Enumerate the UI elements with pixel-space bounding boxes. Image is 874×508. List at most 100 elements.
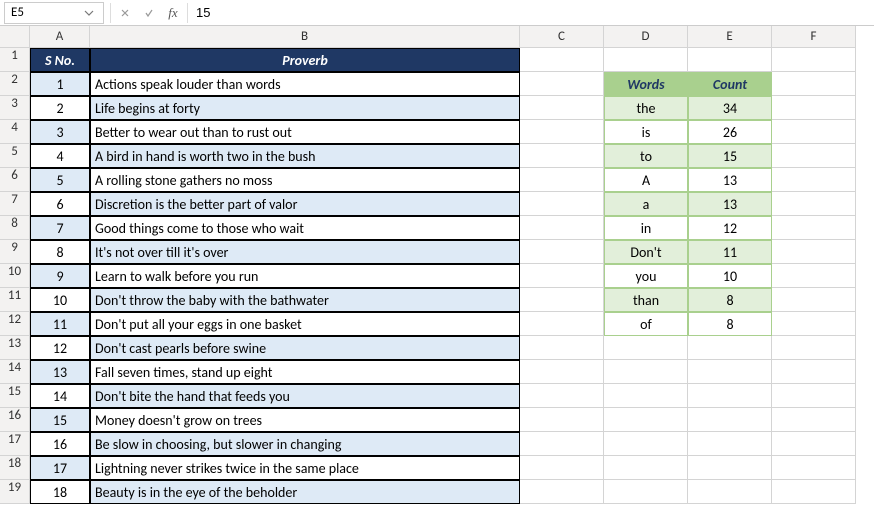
cell-F16[interactable] <box>772 408 856 432</box>
cell-A7[interactable]: 6 <box>30 192 90 216</box>
fx-icon[interactable]: fx <box>161 2 185 24</box>
cell-F11[interactable] <box>772 288 856 312</box>
row-header-6[interactable]: 6 <box>0 168 30 192</box>
cell-D14[interactable] <box>604 360 688 384</box>
cell-E17[interactable] <box>688 432 772 456</box>
cell-A10[interactable]: 9 <box>30 264 90 288</box>
column-header-E[interactable]: E <box>688 26 772 48</box>
name-box[interactable]: E5 <box>4 2 104 24</box>
cell-C17[interactable] <box>520 432 604 456</box>
cell-A16[interactable]: 15 <box>30 408 90 432</box>
cell-F5[interactable] <box>772 144 856 168</box>
cell-B16[interactable]: Money doesn't grow on trees <box>90 408 520 432</box>
cell-F18[interactable] <box>772 456 856 480</box>
cell-C19[interactable] <box>520 480 604 504</box>
cell-F3[interactable] <box>772 96 856 120</box>
row-header-9[interactable]: 9 <box>0 240 30 264</box>
row-header-18[interactable]: 18 <box>0 456 30 480</box>
row-header-1[interactable]: 1 <box>0 48 30 72</box>
cell-D1[interactable] <box>604 48 688 72</box>
cell-B2[interactable]: Actions speak louder than words <box>90 72 520 96</box>
cell-D13[interactable] <box>604 336 688 360</box>
cell-A13[interactable]: 12 <box>30 336 90 360</box>
cell-A5[interactable]: 4 <box>30 144 90 168</box>
row-header-4[interactable]: 4 <box>0 120 30 144</box>
cell-E9[interactable]: 11 <box>688 240 772 264</box>
row-header-19[interactable]: 19 <box>0 480 30 504</box>
cell-A6[interactable]: 5 <box>30 168 90 192</box>
cell-B12[interactable]: Don't put all your eggs in one basket <box>90 312 520 336</box>
row-header-2[interactable]: 2 <box>0 72 30 96</box>
cell-C9[interactable] <box>520 240 604 264</box>
row-header-5[interactable]: 5 <box>0 144 30 168</box>
cell-E14[interactable] <box>688 360 772 384</box>
cell-E18[interactable] <box>688 456 772 480</box>
cell-C2[interactable] <box>520 72 604 96</box>
cell-E8[interactable]: 12 <box>688 216 772 240</box>
cell-B19[interactable]: Beauty is in the eye of the beholder <box>90 480 520 504</box>
select-all-corner[interactable] <box>0 26 30 48</box>
cell-B13[interactable]: Don't cast pearls before swine <box>90 336 520 360</box>
cell-C6[interactable] <box>520 168 604 192</box>
cell-A19[interactable]: 18 <box>30 480 90 504</box>
cancel-icon[interactable] <box>113 2 137 24</box>
row-header-17[interactable]: 17 <box>0 432 30 456</box>
cell-B3[interactable]: Life begins at forty <box>90 96 520 120</box>
cell-E3[interactable]: 34 <box>688 96 772 120</box>
cell-F4[interactable] <box>772 120 856 144</box>
cell-E16[interactable] <box>688 408 772 432</box>
cell-A9[interactable]: 8 <box>30 240 90 264</box>
cell-D9[interactable]: Don't <box>604 240 688 264</box>
enter-icon[interactable] <box>137 2 161 24</box>
cell-B14[interactable]: Fall seven times, stand up eight <box>90 360 520 384</box>
cell-C10[interactable] <box>520 264 604 288</box>
cell-C18[interactable] <box>520 456 604 480</box>
row-header-7[interactable]: 7 <box>0 192 30 216</box>
row-header-13[interactable]: 13 <box>0 336 30 360</box>
cell-A3[interactable]: 2 <box>30 96 90 120</box>
row-header-10[interactable]: 10 <box>0 264 30 288</box>
cell-A18[interactable]: 17 <box>30 456 90 480</box>
cell-E1[interactable] <box>688 48 772 72</box>
cell-C13[interactable] <box>520 336 604 360</box>
cell-E4[interactable]: 26 <box>688 120 772 144</box>
cell-B11[interactable]: Don't throw the baby with the bathwater <box>90 288 520 312</box>
cell-F17[interactable] <box>772 432 856 456</box>
cell-D15[interactable] <box>604 384 688 408</box>
cell-C8[interactable] <box>520 216 604 240</box>
cell-B10[interactable]: Learn to walk before you run <box>90 264 520 288</box>
cell-B5[interactable]: A bird in hand is worth two in the bush <box>90 144 520 168</box>
cell-F12[interactable] <box>772 312 856 336</box>
cell-D10[interactable]: you <box>604 264 688 288</box>
chevron-down-icon[interactable] <box>81 8 97 18</box>
row-header-3[interactable]: 3 <box>0 96 30 120</box>
cell-B8[interactable]: Good things come to those who wait <box>90 216 520 240</box>
cell-E12[interactable]: 8 <box>688 312 772 336</box>
cell-C12[interactable] <box>520 312 604 336</box>
cell-A8[interactable]: 7 <box>30 216 90 240</box>
cell-E10[interactable]: 10 <box>688 264 772 288</box>
cell-D19[interactable] <box>604 480 688 504</box>
cell-B17[interactable]: Be slow in choosing, but slower in chang… <box>90 432 520 456</box>
cell-E19[interactable] <box>688 480 772 504</box>
row-header-16[interactable]: 16 <box>0 408 30 432</box>
cell-E6[interactable]: 13 <box>688 168 772 192</box>
cell-D8[interactable]: in <box>604 216 688 240</box>
row-header-14[interactable]: 14 <box>0 360 30 384</box>
cell-D5[interactable]: to <box>604 144 688 168</box>
cell-F10[interactable] <box>772 264 856 288</box>
cell-C15[interactable] <box>520 384 604 408</box>
cell-D12[interactable]: of <box>604 312 688 336</box>
cell-A4[interactable]: 3 <box>30 120 90 144</box>
row-header-15[interactable]: 15 <box>0 384 30 408</box>
cell-F9[interactable] <box>772 240 856 264</box>
cell-D6[interactable]: A <box>604 168 688 192</box>
cell-C11[interactable] <box>520 288 604 312</box>
cell-E15[interactable] <box>688 384 772 408</box>
cell-E11[interactable]: 8 <box>688 288 772 312</box>
cell-F6[interactable] <box>772 168 856 192</box>
column-header-F[interactable]: F <box>772 26 856 48</box>
cell-D17[interactable] <box>604 432 688 456</box>
cell-F15[interactable] <box>772 384 856 408</box>
cell-E5[interactable]: 15 <box>688 144 772 168</box>
